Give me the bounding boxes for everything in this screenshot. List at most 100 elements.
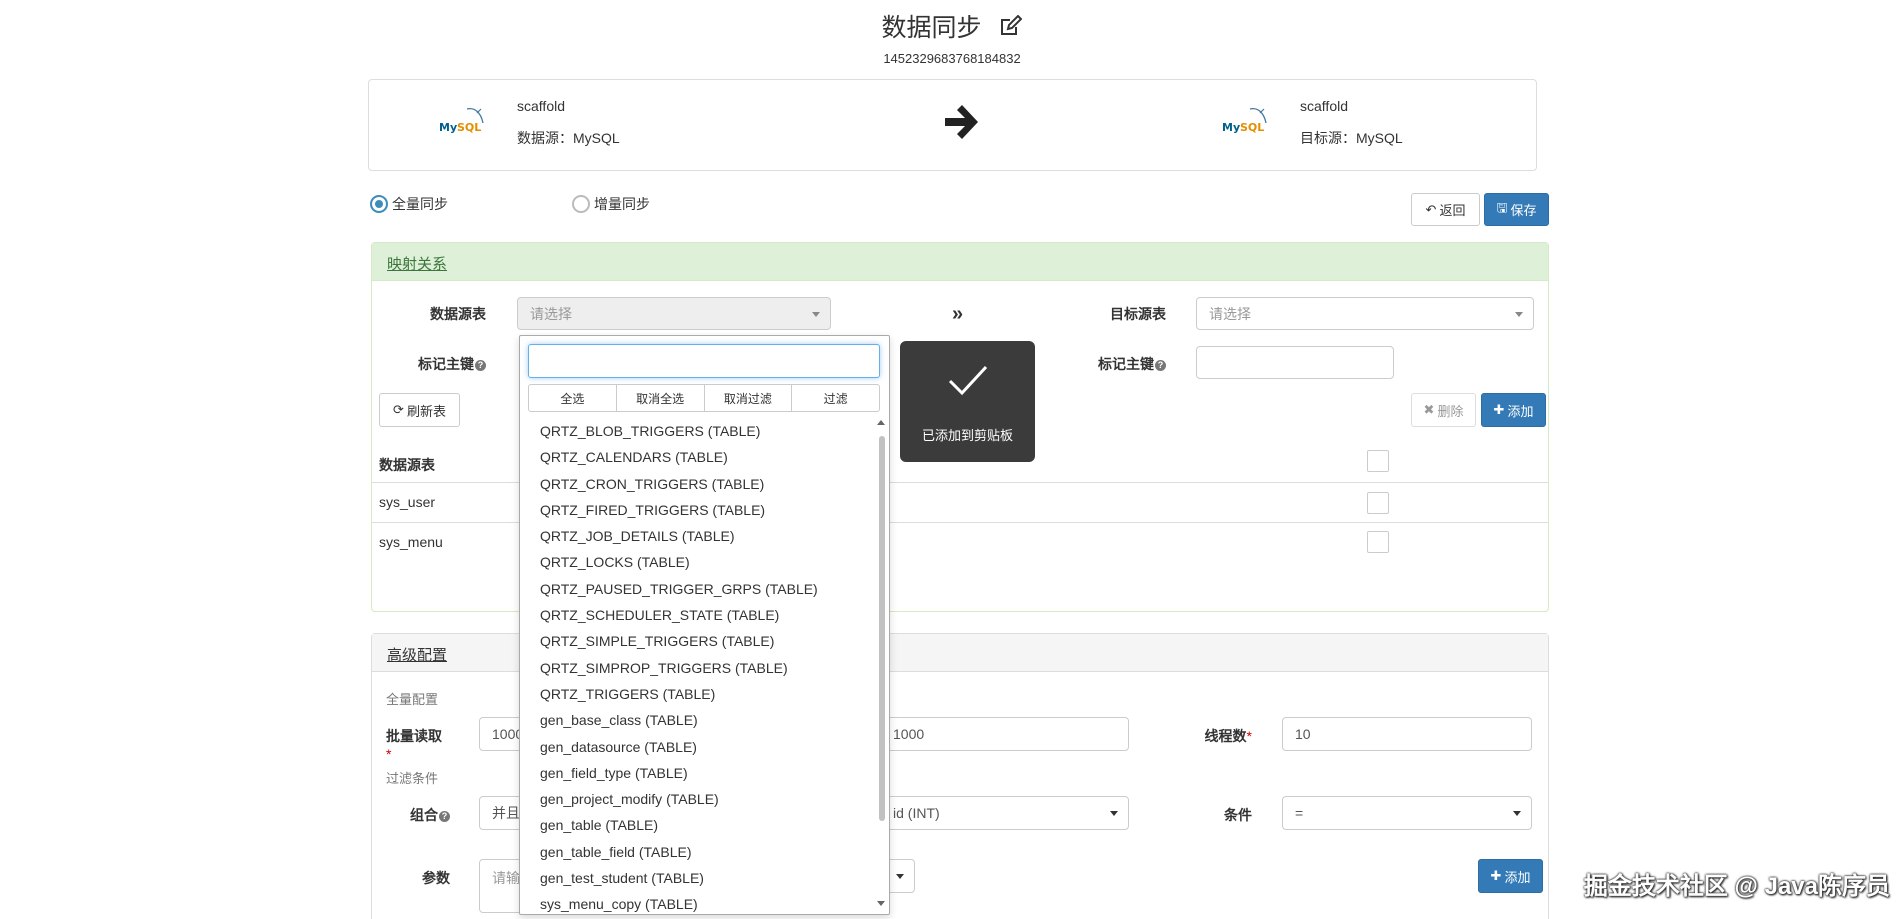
- list-item[interactable]: QRTZ_CRON_TRIGGERS (TABLE): [520, 471, 875, 497]
- save-icon: 🖫: [1496, 199, 1508, 215]
- list-item[interactable]: gen_datasource (TABLE): [520, 734, 875, 760]
- delete-button[interactable]: ✖ 删除: [1411, 393, 1476, 427]
- threads-input[interactable]: 10: [1282, 717, 1532, 751]
- table-row: sys_user: [379, 494, 436, 510]
- chevron-down-icon: [812, 311, 820, 317]
- mapping-panel-header: 映射关系: [372, 243, 1548, 281]
- source-table-dropdown: 全选 取消全选 取消过滤 过滤 QRTZ_BLOB_TRIGGERS (TABL…: [519, 335, 890, 915]
- list-item[interactable]: QRTZ_BLOB_TRIGGERS (TABLE): [520, 418, 875, 444]
- batch-write-input[interactable]: 1000: [880, 717, 1129, 751]
- batch-read-label: 批量读取*: [386, 728, 442, 762]
- list-item[interactable]: gen_table_field (TABLE): [520, 839, 875, 865]
- target-pk-label: 标记主键?: [1070, 354, 1166, 374]
- list-item[interactable]: QRTZ_SIMPLE_TRIGGERS (TABLE): [520, 628, 875, 654]
- double-chevron-right-icon: »: [952, 303, 964, 325]
- radio-unchecked-icon[interactable]: [572, 195, 590, 213]
- deselect-all-button[interactable]: 取消全选: [617, 385, 705, 411]
- dropdown-search-input[interactable]: [528, 344, 880, 378]
- list-item[interactable]: gen_project_modify (TABLE): [520, 786, 875, 812]
- mapping-title[interactable]: 映射关系: [387, 253, 447, 274]
- combine-label: 组合?: [380, 805, 450, 825]
- connection-panel: My SQL scaffold 数据源：MySQL My SQL scaffol…: [368, 79, 1537, 171]
- condition-label: 条件: [1224, 807, 1252, 823]
- list-item[interactable]: QRTZ_TRIGGERS (TABLE): [520, 681, 875, 707]
- job-id: 1452329683768184832: [883, 51, 1021, 66]
- svg-text:My: My: [439, 121, 457, 134]
- svg-text:SQL: SQL: [1240, 121, 1264, 134]
- source-table-select[interactable]: 请选择: [517, 297, 831, 330]
- select-all-button[interactable]: 全选: [529, 385, 617, 411]
- chevron-down-icon: [896, 874, 904, 879]
- advanced-title[interactable]: 高级配置: [387, 644, 447, 665]
- question-icon[interactable]: ?: [439, 811, 450, 822]
- list-item[interactable]: gen_base_class (TABLE): [520, 707, 875, 733]
- close-icon: ✖: [1423, 402, 1435, 417]
- back-button[interactable]: ↶ 返回: [1411, 193, 1480, 226]
- list-item[interactable]: QRTZ_SIMPROP_TRIGGERS (TABLE): [520, 655, 875, 681]
- save-button[interactable]: 🖫 保存: [1484, 193, 1549, 226]
- question-icon[interactable]: ?: [1155, 360, 1166, 371]
- chevron-down-icon: [1515, 311, 1523, 317]
- select-all-checkbox[interactable]: [1367, 450, 1389, 472]
- target-table-select[interactable]: 请选择: [1196, 297, 1534, 330]
- filter-button[interactable]: 过滤: [792, 385, 879, 411]
- svg-text:SQL: SQL: [457, 121, 481, 134]
- chevron-down-icon: [1513, 811, 1521, 816]
- threads-label: 线程数*: [1204, 728, 1252, 744]
- source-table-label: 数据源表: [430, 306, 486, 322]
- row-checkbox[interactable]: [1367, 531, 1389, 553]
- target-table-label: 目标源表: [1110, 306, 1166, 322]
- undo-icon: ↶: [1425, 201, 1437, 217]
- param-label: 参数: [422, 870, 450, 886]
- source-db-name: scaffold: [517, 98, 565, 114]
- list-item[interactable]: QRTZ_PAUSED_TRIGGER_GRPS (TABLE): [520, 576, 875, 602]
- list-item[interactable]: QRTZ_CALENDARS (TABLE): [520, 444, 875, 470]
- condition-select[interactable]: =: [1282, 796, 1532, 830]
- chevron-down-icon: [1110, 811, 1118, 816]
- svg-text:My: My: [1222, 121, 1240, 134]
- refresh-icon: ⟳: [393, 402, 404, 417]
- dropdown-scrollbar[interactable]: [879, 436, 885, 821]
- list-item[interactable]: QRTZ_SCHEDULER_STATE (TABLE): [520, 602, 875, 628]
- target-db-name: scaffold: [1300, 98, 1348, 114]
- list-item[interactable]: gen_table (TABLE): [520, 812, 875, 838]
- list-item[interactable]: gen_field_type (TABLE): [520, 760, 875, 786]
- add-filter-button[interactable]: ✚ 添加: [1478, 859, 1543, 893]
- radio-full-sync[interactable]: 全量同步: [370, 194, 448, 214]
- edit-icon[interactable]: [998, 14, 1023, 44]
- table-header-source: 数据源表: [379, 457, 435, 473]
- add-mapping-button[interactable]: ✚ 添加: [1481, 393, 1546, 427]
- checkmark-icon: [948, 365, 988, 396]
- clear-filter-button[interactable]: 取消过滤: [705, 385, 793, 411]
- list-item[interactable]: QRTZ_LOCKS (TABLE): [520, 549, 875, 575]
- dropdown-actions: 全选 取消全选 取消过滤 过滤: [528, 384, 880, 412]
- clipboard-toast: 已添加到剪贴板: [900, 341, 1035, 462]
- scroll-down-icon[interactable]: [877, 901, 885, 906]
- plus-icon: ✚: [1493, 402, 1505, 417]
- arrow-right-icon: [941, 102, 981, 145]
- dropdown-list: QRTZ_BLOB_TRIGGERS (TABLE) QRTZ_CALENDAR…: [520, 418, 875, 914]
- question-icon[interactable]: ?: [475, 360, 486, 371]
- target-db-type: 目标源：MySQL: [1300, 130, 1403, 146]
- mysql-logo-icon: My SQL: [437, 103, 487, 139]
- list-item[interactable]: QRTZ_JOB_DETAILS (TABLE): [520, 523, 875, 549]
- target-pk-input[interactable]: [1196, 346, 1394, 379]
- field-select[interactable]: id (INT): [880, 796, 1129, 830]
- source-pk-label: 标记主键?: [390, 354, 486, 374]
- source-db-type: 数据源：MySQL: [517, 130, 620, 146]
- page-title: 数据同步: [0, 8, 1904, 44]
- list-item[interactable]: QRTZ_FIRED_TRIGGERS (TABLE): [520, 497, 875, 523]
- table-row: sys_menu: [379, 534, 443, 550]
- filter-label: 过滤条件: [386, 771, 439, 786]
- plus-icon: ✚: [1490, 868, 1502, 883]
- radio-checked-icon[interactable]: [370, 195, 388, 213]
- scroll-up-icon[interactable]: [877, 420, 885, 425]
- watermark: 掘金技术社区 @ Java陈序员: [1583, 873, 1890, 900]
- radio-incremental-sync[interactable]: 增量同步: [572, 194, 650, 214]
- row-checkbox[interactable]: [1367, 492, 1389, 514]
- list-item[interactable]: gen_test_student (TABLE): [520, 865, 875, 891]
- mysql-logo-icon: My SQL: [1220, 103, 1270, 139]
- list-item[interactable]: sys_menu_copy (TABLE): [520, 891, 875, 914]
- full-config-label: 全量配置: [386, 692, 439, 707]
- refresh-tables-button[interactable]: ⟳ 刷新表: [379, 393, 460, 427]
